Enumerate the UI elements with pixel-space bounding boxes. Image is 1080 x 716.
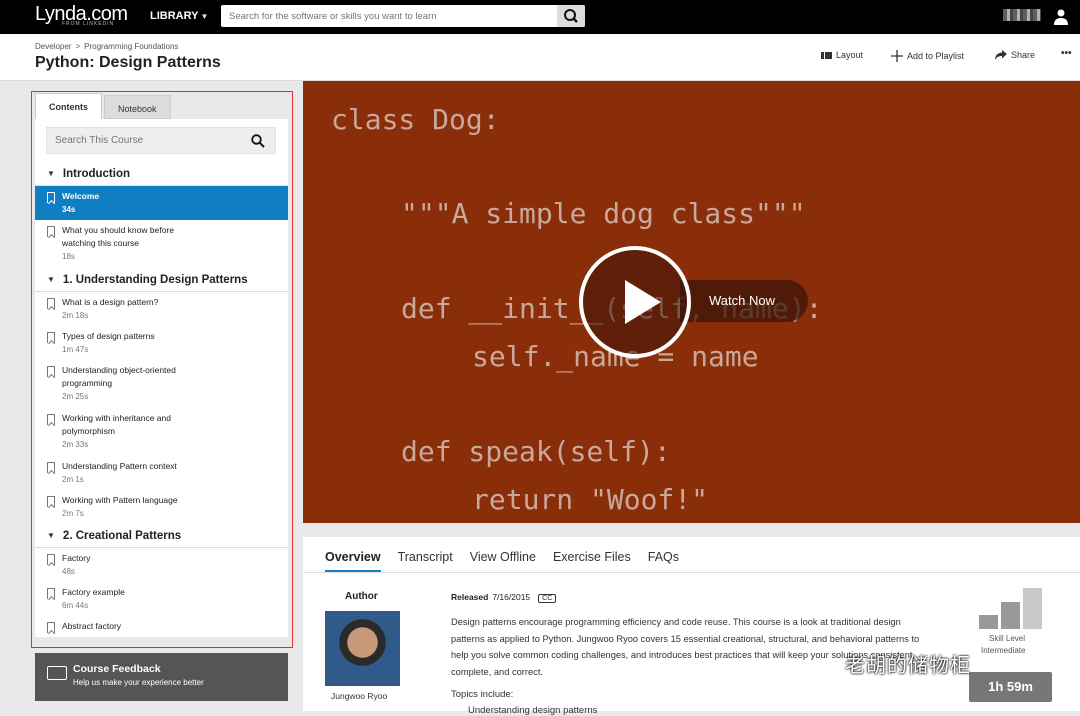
released-date: 7/16/2015 <box>492 592 531 602</box>
breadcrumb-separator: > <box>75 42 81 51</box>
skill-level-value: Intermediate <box>981 646 1026 655</box>
info-tabs: Overview Transcript View Offline Exercis… <box>325 550 679 572</box>
course-header: Developer > Programming Foundations Python… <box>0 34 1080 81</box>
chat-icon <box>47 666 67 680</box>
author-avatar[interactable] <box>325 611 400 686</box>
breadcrumb-programming-foundations[interactable]: Programming Foundations <box>84 42 178 51</box>
share-button[interactable]: Share <box>995 50 1035 60</box>
tab-overview[interactable]: Overview <box>325 550 381 572</box>
share-label: Share <box>1011 50 1036 60</box>
topics-label: Topics include: <box>451 689 514 700</box>
tab-exercise-files[interactable]: Exercise Files <box>553 550 631 572</box>
search-button[interactable] <box>557 5 585 27</box>
highlight-outline <box>31 91 293 648</box>
skill-bar <box>1001 602 1020 629</box>
more-options-button[interactable]: ••• <box>1061 48 1072 59</box>
global-search <box>221 5 585 27</box>
top-nav-bar: Lynda.com FROM LINKEDIN LIBRARY ▼ <box>0 0 1080 34</box>
feedback-subtitle: Help us make your experience better <box>73 678 204 687</box>
released-label: Released <box>451 592 489 602</box>
wechat-watermark: 老胡的储物柜 <box>845 653 971 677</box>
skill-bar <box>979 615 998 629</box>
code-line: return "Woof!" <box>472 483 709 516</box>
feedback-title: Course Feedback <box>73 663 161 675</box>
plus-icon <box>891 50 903 62</box>
layout-button[interactable]: Layout <box>821 50 863 60</box>
library-menu[interactable]: LIBRARY ▼ <box>150 10 208 22</box>
layout-label: Layout <box>836 50 864 60</box>
chevron-down-icon: ▼ <box>200 12 209 21</box>
breadcrumb: Developer > Programming Foundations <box>35 42 178 51</box>
user-account-icon[interactable] <box>1053 8 1069 31</box>
watch-now-button[interactable]: Watch Now <box>680 280 808 322</box>
share-icon <box>995 50 1007 60</box>
skill-level-label: Skill Level <box>989 634 1026 643</box>
tab-view-offline[interactable]: View Offline <box>470 550 536 572</box>
tab-transcript[interactable]: Transcript <box>398 550 453 572</box>
search-icon <box>564 9 578 23</box>
logo-subtitle: FROM LINKEDIN <box>62 21 115 27</box>
breadcrumb-developer[interactable]: Developer <box>35 42 71 51</box>
author-label: Author <box>345 591 378 602</box>
skill-bar <box>1023 588 1042 629</box>
divider <box>303 572 1080 573</box>
library-label: LIBRARY <box>150 10 199 22</box>
course-duration-badge: 1h 59m <box>969 672 1052 702</box>
user-name-blurred[interactable] <box>1003 9 1041 21</box>
course-info-panel: Overview Transcript View Offline Exercis… <box>303 537 1080 716</box>
author-name[interactable]: Jungwoo Ryoo <box>331 691 387 701</box>
page-title: Python: Design Patterns <box>35 54 221 71</box>
global-search-input[interactable] <box>221 5 551 27</box>
closed-captions-badge: CC <box>538 594 557 603</box>
tab-faqs[interactable]: FAQs <box>648 550 679 572</box>
add-to-playlist-button[interactable]: Add to Playlist <box>891 50 964 62</box>
code-line: class Dog: <box>331 103 500 136</box>
course-feedback-button[interactable]: Course Feedback Help us make your experi… <box>35 653 288 701</box>
play-icon[interactable] <box>579 246 691 358</box>
add-to-playlist-label: Add to Playlist <box>907 51 965 61</box>
code-line: """A simple dog class""" <box>401 197 806 230</box>
layout-icon <box>821 51 832 59</box>
code-line: def speak(self): <box>401 435 671 468</box>
release-info: Released 7/16/2015 CC <box>451 592 557 603</box>
